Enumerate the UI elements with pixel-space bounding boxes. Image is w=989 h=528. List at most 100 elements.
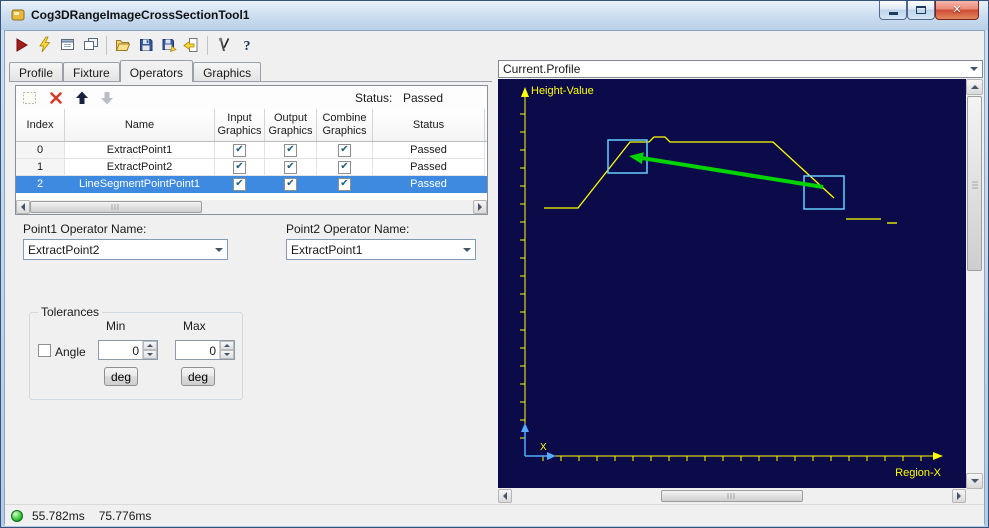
combine-graphics-checkbox[interactable]: ✔ <box>338 143 351 157</box>
scroll-right-icon <box>478 203 482 211</box>
import-button[interactable] <box>180 34 203 57</box>
increment-button[interactable] <box>220 341 234 350</box>
angle-label: Angle <box>55 345 86 359</box>
tab-profile[interactable]: Profile <box>9 62 64 81</box>
angle-max-input[interactable]: 0 <box>175 340 235 360</box>
status-label: Status: <box>355 91 393 105</box>
svg-text:?: ? <box>243 39 250 54</box>
combine-graphics-checkbox[interactable]: ✔ <box>338 160 351 174</box>
operator-name-cell: LineSegmentPointPoint1 <box>65 176 215 193</box>
column-header-name: Name <box>65 109 215 141</box>
display-hscroll-thumb[interactable] <box>661 490 803 502</box>
close-button[interactable]: ✕ <box>935 1 979 20</box>
save-as-button[interactable] <box>157 34 180 57</box>
checkbox-cell: ✔ <box>317 176 373 193</box>
increment-button[interactable] <box>143 341 157 350</box>
pane-splitter[interactable] <box>493 60 497 503</box>
add-operator-button[interactable] <box>19 87 40 108</box>
tab-operators[interactable]: Operators <box>119 60 194 82</box>
angle-checkbox[interactable] <box>38 344 51 358</box>
maximize-button[interactable] <box>907 1 935 20</box>
input-graphics-checkbox[interactable]: ✔ <box>233 177 246 191</box>
angle-max-spinner <box>219 341 234 359</box>
move-up-button[interactable] <box>71 87 92 108</box>
checkbox-cell: ✔ <box>265 159 317 176</box>
move-down-button[interactable] <box>96 87 117 108</box>
save-button[interactable] <box>134 34 157 57</box>
delete-operator-button[interactable] <box>45 87 66 108</box>
x-axis-arrowhead <box>933 452 943 460</box>
tab-strip: Profile Fixture Operators Graphics <box>9 60 492 82</box>
tolerances-group: Tolerances Min Max Angle 0 0 deg deg <box>29 305 243 400</box>
new-window-button[interactable] <box>79 34 102 57</box>
profile-display[interactable]: Height-Value Region-X X <box>498 79 966 488</box>
display-vertical-scrollbar[interactable] <box>966 79 983 489</box>
angle-min-input[interactable]: 0 <box>98 340 158 360</box>
operator-name-cell: ExtractPoint1 <box>65 142 215 159</box>
y-axis-arrowhead <box>521 87 529 97</box>
tab-graphics[interactable]: Graphics <box>193 62 262 81</box>
display-horizontal-scrollbar[interactable] <box>498 489 966 503</box>
point2-operator-label: Point2 Operator Name: <box>286 222 410 236</box>
operator-index-cell: 1 <box>16 159 65 176</box>
line-segment-arrowhead <box>629 152 644 165</box>
grid-rows: 0 ExtractPoint1 ✔ ✔ ✔ Passed 1 ExtractPoint2 ✔ ✔ ✔… <box>16 142 487 193</box>
x-axis-label: Region-X <box>895 467 942 479</box>
output-graphics-checkbox[interactable]: ✔ <box>284 160 297 174</box>
toolbar-separator <box>207 35 208 55</box>
y-axis-label: Height-Value <box>531 85 594 97</box>
combine-graphics-checkbox[interactable]: ✔ <box>338 177 351 191</box>
electric-run-button[interactable] <box>33 34 56 57</box>
record-selector-combobox[interactable]: Current.Profile <box>498 60 983 78</box>
operator-status-cell: Passed <box>373 142 485 159</box>
operator-status-cell: Passed <box>373 176 485 193</box>
angle-min-unit-button[interactable]: deg <box>104 367 138 386</box>
app-icon <box>10 7 26 26</box>
grid-horizontal-scrollbar[interactable] <box>16 200 487 214</box>
import-icon <box>182 38 197 52</box>
scroll-right-button[interactable] <box>952 489 966 503</box>
close-icon: ✕ <box>952 3 962 16</box>
operator-row[interactable]: 1 ExtractPoint2 ✔ ✔ ✔ Passed <box>16 159 487 176</box>
scroll-down-button[interactable] <box>966 473 983 489</box>
windows-icon <box>83 38 98 50</box>
save-as-icon <box>162 39 177 53</box>
scroll-up-button[interactable] <box>966 79 983 95</box>
scroll-left-button[interactable] <box>16 200 30 214</box>
help-button[interactable]: ? <box>235 34 258 57</box>
angle-max-unit-button[interactable]: deg <box>181 367 215 386</box>
result-display-button[interactable] <box>56 34 79 57</box>
scroll-right-button[interactable] <box>473 200 487 214</box>
status-bar: 55.782ms 75.776ms <box>5 504 984 526</box>
operator-row[interactable]: 0 ExtractPoint1 ✔ ✔ ✔ Passed <box>16 142 487 159</box>
min-label: Min <box>106 319 126 333</box>
caliper-icon <box>218 37 229 51</box>
checkbox-cell: ✔ <box>265 176 317 193</box>
help-icon: ? <box>243 39 250 54</box>
new-item-icon <box>22 91 36 104</box>
checkbox-cell: ✔ <box>215 159 265 176</box>
grid-toolbar: Status: Passed <box>16 86 487 109</box>
scroll-left-button[interactable] <box>498 489 512 503</box>
minimize-button[interactable] <box>879 1 907 20</box>
chevron-down-icon <box>458 240 475 259</box>
run-button[interactable] <box>10 34 33 57</box>
output-graphics-checkbox[interactable]: ✔ <box>284 177 297 191</box>
point2-operator-combobox[interactable]: ExtractPoint1 <box>286 239 476 260</box>
point1-operator-combobox[interactable]: ExtractPoint2 <box>23 239 228 260</box>
decrement-button[interactable] <box>220 350 234 359</box>
tab-fixture[interactable]: Fixture <box>63 62 120 81</box>
open-button[interactable] <box>111 34 134 57</box>
output-graphics-checkbox[interactable]: ✔ <box>284 143 297 157</box>
input-graphics-checkbox[interactable]: ✔ <box>233 160 246 174</box>
record-selector-value: Current.Profile <box>503 62 581 76</box>
display-vscroll-thumb[interactable] <box>967 96 982 271</box>
operator-row[interactable]: 2 LineSegmentPointPoint1 ✔ ✔ ✔ Passed <box>16 176 487 193</box>
decrement-button[interactable] <box>143 350 157 359</box>
measure-button[interactable] <box>212 34 235 57</box>
grid-scroll-thumb[interactable] <box>30 201 202 213</box>
operator-status-cell: Passed <box>373 159 485 176</box>
display-icon <box>60 39 74 50</box>
input-graphics-checkbox[interactable]: ✔ <box>233 143 246 157</box>
tolerances-group-label: Tolerances <box>38 305 103 319</box>
